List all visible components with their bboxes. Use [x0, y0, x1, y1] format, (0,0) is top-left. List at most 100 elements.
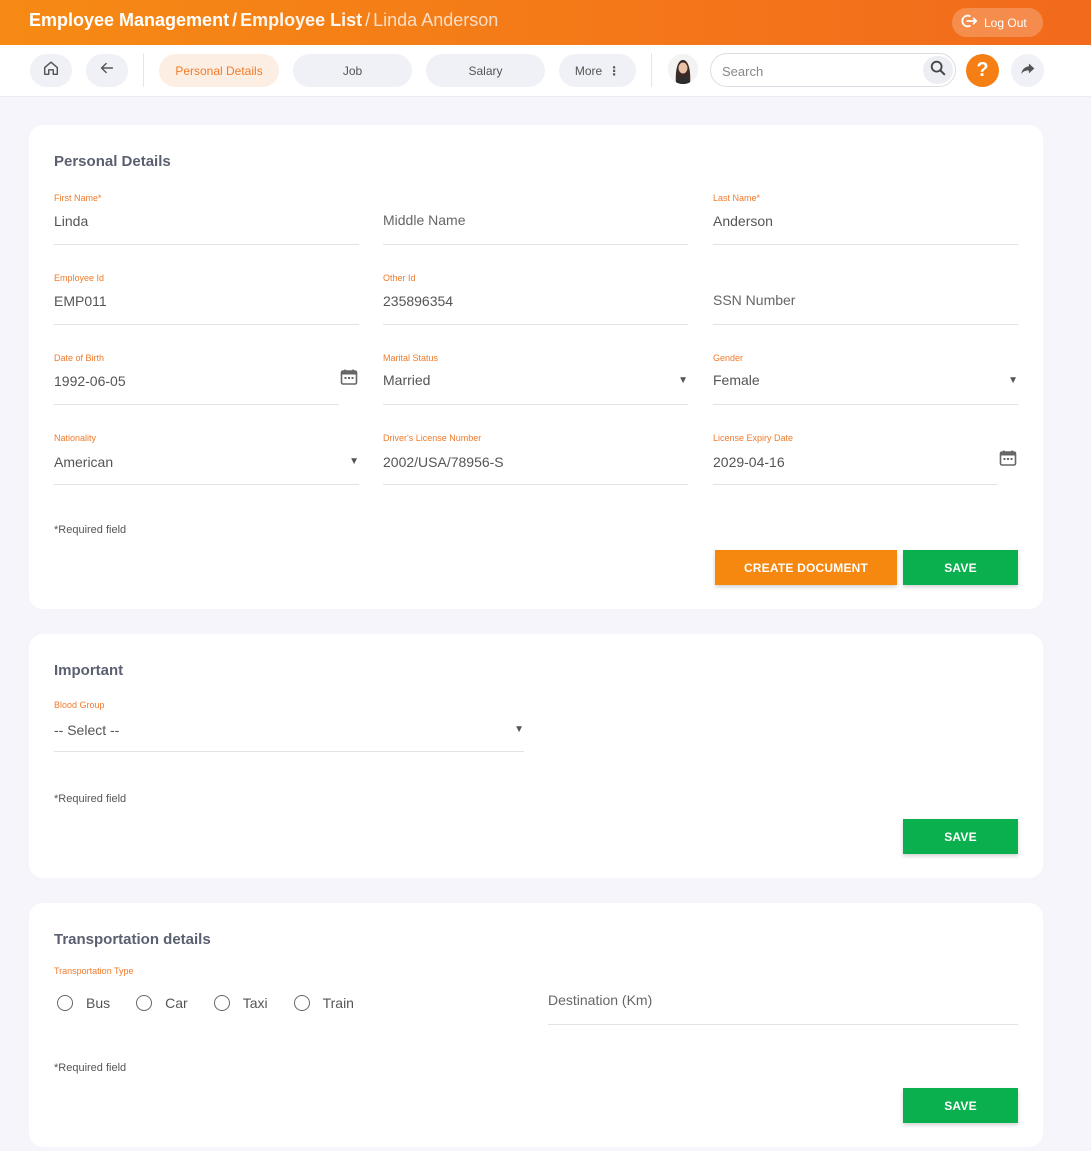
license-expiry-value: 2029-04-16 — [713, 454, 785, 470]
create-document-button[interactable]: CREATE DOCUMENT — [715, 550, 897, 585]
destination-field[interactable]: Destination (Km) — [548, 973, 1018, 1025]
radio-taxi[interactable]: Taxi — [213, 995, 268, 1011]
field-label: First Name* — [54, 193, 102, 203]
dropdown-arrow-icon: ▼ — [349, 456, 359, 467]
field-label: Blood Group — [54, 700, 105, 710]
dropdown-arrow-icon: ▼ — [514, 724, 524, 735]
radio-label: Train — [322, 995, 354, 1011]
ssn-placeholder: SSN Number — [713, 292, 796, 308]
avatar[interactable] — [668, 54, 698, 84]
middle-name-field[interactable]: Middle Name — [383, 193, 688, 245]
field-label: Marital Status — [383, 353, 439, 363]
card-title: Personal Details — [54, 153, 171, 170]
other-id-value: 235896354 — [383, 293, 454, 309]
dropdown-arrow-icon: ▼ — [1008, 375, 1018, 386]
important-card: Important Blood Group -- Select -- ▼ *Re… — [29, 634, 1043, 878]
home-button[interactable] — [30, 54, 72, 87]
help-button[interactable]: ? — [966, 54, 999, 87]
breadcrumb-separator: / — [232, 10, 238, 30]
app-header: Employee Management / Employee List / Linda … — [0, 0, 1091, 45]
tab-salary[interactable]: Salary — [426, 54, 545, 87]
logout-icon — [960, 12, 978, 33]
first-name-value: Linda — [54, 213, 89, 229]
marital-status-select[interactable]: Marital Status Married ▼ — [383, 353, 688, 405]
radio-circle[interactable] — [136, 995, 153, 1011]
card-title: Important — [54, 662, 124, 679]
search-box — [710, 53, 956, 87]
last-name-field[interactable]: Last Name* Anderson — [713, 193, 1018, 245]
field-label: Employee Id — [54, 273, 105, 283]
tab-personal-details[interactable]: Personal Details — [159, 54, 279, 87]
required-note: *Required field — [54, 524, 127, 536]
blood-group-value: -- Select -- — [54, 722, 120, 738]
field-label: Gender — [713, 353, 744, 363]
dropdown-arrow-icon: ▼ — [678, 375, 688, 386]
personal-details-card: Personal Details First Name* Linda Middl… — [29, 125, 1043, 609]
calendar-icon[interactable] — [339, 367, 359, 387]
marital-status-value: Married — [383, 372, 431, 388]
breadcrumb-employee-list[interactable]: Employee List — [240, 10, 362, 30]
radio-bus[interactable]: Bus — [57, 995, 110, 1011]
ssn-field[interactable]: SSN Number — [713, 273, 1018, 325]
radio-circle[interactable] — [57, 995, 73, 1011]
search-icon — [929, 59, 947, 82]
tab-job[interactable]: Job — [293, 54, 412, 87]
radio-label: Bus — [86, 995, 111, 1011]
breadcrumb-current: Linda Anderson — [373, 10, 499, 30]
required-note: *Required field — [54, 1062, 127, 1074]
required-note: *Required field — [54, 793, 127, 805]
field-label: Other Id — [383, 273, 416, 283]
radio-train[interactable]: Train — [293, 995, 354, 1011]
more-vertical-icon: ⋮ — [608, 63, 621, 78]
tab-more[interactable]: More ⋮ — [559, 54, 636, 87]
tab-more-label: More — [574, 63, 603, 78]
radio-label: Car — [165, 995, 188, 1011]
first-name-field[interactable]: First Name* Linda — [54, 193, 359, 245]
nationality-select[interactable]: Nationality American ▼ — [54, 433, 359, 485]
share-button[interactable] — [1011, 54, 1044, 87]
transportation-card: Transportation details Transportation Ty… — [29, 903, 1043, 1147]
logout-button[interactable]: Log Out — [952, 8, 1043, 37]
radio-label: Taxi — [242, 995, 268, 1011]
employee-id-field[interactable]: Employee Id EMP011 — [54, 273, 359, 325]
logout-label: Log Out — [984, 15, 1027, 30]
breadcrumb-employee-management[interactable]: Employee Management — [29, 10, 229, 30]
date-of-birth-value: 1992-06-05 — [54, 373, 126, 389]
transportation-type-label: Transportation Type — [54, 966, 134, 976]
divider — [143, 53, 144, 87]
search-button[interactable] — [923, 56, 953, 84]
license-expiry-field[interactable]: License Expiry Date 2029-04-16 — [713, 433, 1017, 485]
field-label: Date of Birth — [54, 353, 105, 363]
field-label: Driver's License Number — [383, 433, 482, 443]
card-title: Transportation details — [54, 931, 211, 948]
save-button[interactable]: SAVE — [903, 819, 1018, 854]
nationality-value: American — [54, 454, 114, 470]
date-of-birth-field[interactable]: Date of Birth 1992-06-05 — [54, 353, 358, 405]
radio-circle[interactable] — [293, 995, 310, 1011]
radio-car[interactable]: Car — [136, 995, 188, 1011]
search-input[interactable] — [722, 61, 912, 81]
last-name-value: Anderson — [713, 213, 773, 229]
save-button[interactable]: SAVE — [903, 1088, 1018, 1123]
transportation-type-radio-group: Bus Car Taxi Train — [57, 995, 380, 1011]
radio-circle[interactable] — [213, 995, 230, 1011]
question-icon: ? — [976, 59, 989, 81]
field-label: License Expiry Date — [713, 433, 794, 443]
save-button[interactable]: SAVE — [903, 550, 1018, 585]
share-icon — [1019, 59, 1037, 82]
back-button[interactable] — [86, 54, 128, 87]
breadcrumb-separator: / — [365, 10, 371, 30]
gender-select[interactable]: Gender Female ▼ — [713, 353, 1018, 405]
employee-id-value: EMP011 — [54, 293, 107, 309]
divider — [651, 53, 652, 87]
gender-value: Female — [713, 372, 760, 388]
middle-name-placeholder: Middle Name — [383, 212, 466, 228]
destination-placeholder: Destination (Km) — [548, 992, 653, 1008]
license-number-field[interactable]: Driver's License Number 2002/USA/78956-S — [383, 433, 688, 485]
field-label: Nationality — [54, 433, 97, 443]
other-id-field[interactable]: Other Id 235896354 — [383, 273, 688, 325]
blood-group-select[interactable]: Blood Group -- Select -- ▼ — [54, 700, 524, 752]
license-number-value: 2002/USA/78956-S — [383, 454, 504, 470]
arrow-left-icon — [98, 59, 116, 82]
calendar-icon[interactable] — [998, 448, 1018, 468]
